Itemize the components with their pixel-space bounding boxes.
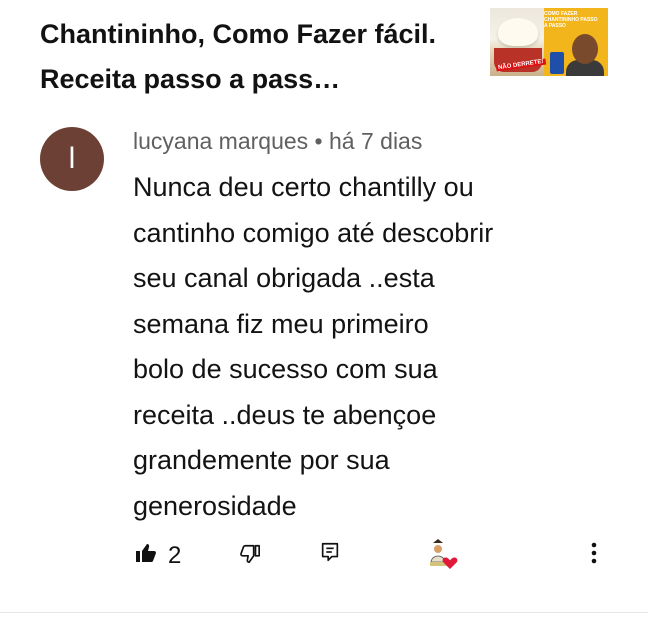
dislike-button[interactable] (238, 542, 262, 566)
more-options-button[interactable] (584, 538, 604, 568)
avatar-letter: l (68, 142, 76, 175)
more-vertical-icon (591, 542, 597, 564)
like-button[interactable] (133, 540, 159, 566)
video-thumbnail[interactable]: NÃO DERRETE! COMO FAZER CHANTININHO PASS… (490, 8, 608, 76)
comment-meta: lucyana marques • há 7 dias (133, 128, 422, 155)
like-count: 2 (168, 542, 182, 569)
comment-author[interactable]: lucyana marques (133, 128, 308, 154)
reply-comment-icon (321, 542, 339, 562)
comment-line: Nunca deu certo chantilly ou (133, 172, 474, 202)
comment-line: cantinho comigo até descobrir (133, 217, 494, 248)
thumbnail-person-face (572, 34, 598, 64)
thumb-down-icon (240, 544, 260, 564)
comment-text: Nunca deu certo chantilly ou cantinho co… (133, 165, 603, 529)
comment-line: generosidade (133, 490, 297, 521)
meta-separator: • (314, 128, 323, 154)
comment-time: há 7 dias (329, 128, 423, 154)
creator-heart (426, 538, 460, 570)
comment-line: receita ..deus te abençoe (133, 399, 437, 430)
thumbnail-cream (498, 18, 538, 46)
comment-action-bar: 2 (0, 538, 648, 574)
thumbnail-header-text: COMO FAZER CHANTININHO PASSO A PASSO (544, 11, 598, 29)
avatar[interactable]: l (40, 127, 104, 191)
thumb-up-filled-icon (136, 544, 156, 562)
video-title[interactable]: Chantininho, Como Fazer fácil. Receita p… (40, 12, 460, 102)
divider (0, 612, 648, 613)
comment-line: seu canal obrigada ..esta (133, 263, 435, 293)
creator-heart-icon (430, 539, 458, 569)
comment-line: bolo de sucesso com sua (133, 354, 438, 384)
comment-line: grandemente por sua (133, 445, 390, 475)
comment-line: semana fiz meu primeiro (133, 308, 429, 339)
reply-button[interactable] (318, 540, 342, 564)
thumbnail-package (550, 52, 564, 74)
